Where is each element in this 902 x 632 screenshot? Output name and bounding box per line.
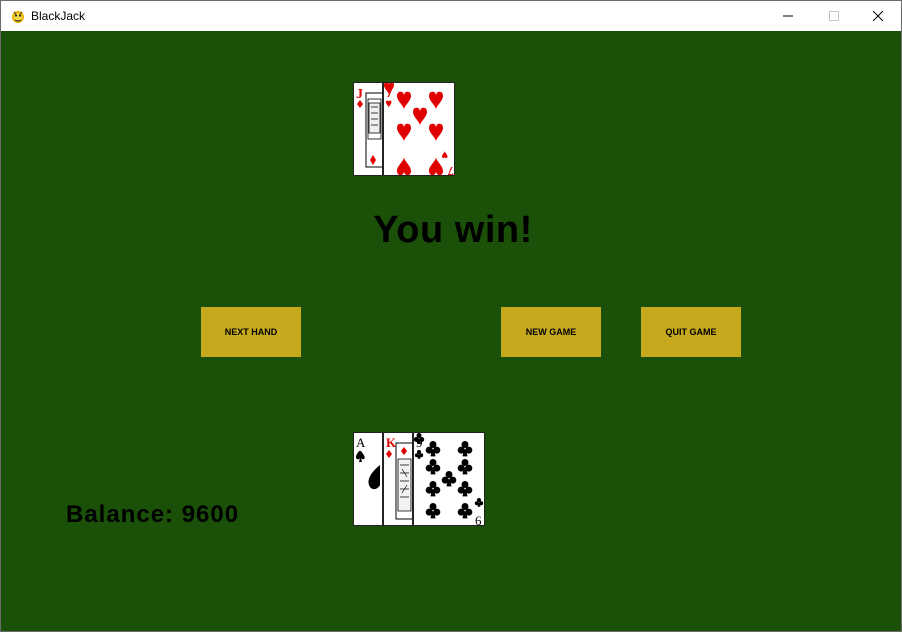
maximize-icon <box>829 11 839 21</box>
player-card-ace-of-spades: A <box>353 432 383 526</box>
card-rank-label-bottom: 6 <box>475 513 482 526</box>
close-icon <box>873 11 883 21</box>
dealer-card-jack-of-diamonds: J <box>353 82 383 176</box>
minimize-button[interactable] <box>765 1 811 31</box>
card-rank-label-rotated: 7 <box>447 164 454 176</box>
title-bar[interactable]: BlackJack <box>1 1 901 31</box>
next-hand-button[interactable]: NEXT HAND <box>201 307 301 357</box>
round-result-text: You win! <box>373 209 533 251</box>
new-game-button[interactable]: NEW GAME <box>501 307 601 357</box>
game-table: J 7 You win! NEXT HAND NEW GAME QUIT GAM… <box>1 31 901 631</box>
jack-diamonds-card-face: J <box>356 87 382 168</box>
seven-hearts-card-face: 7 7 <box>384 83 454 176</box>
card-rank-label: K <box>386 435 397 450</box>
blackjack-window: BlackJack J 7 You win! NEXT HAND NEW GAM… <box>0 0 902 632</box>
player-card-nine-of-clubs: 9 <box>413 432 485 526</box>
pygame-snake-icon <box>12 11 24 23</box>
dealer-card-seven-of-hearts: 7 7 <box>383 82 455 176</box>
card-rank-label: A <box>356 435 366 450</box>
close-button[interactable] <box>855 1 901 31</box>
nine-clubs-card-face: 9 <box>414 433 484 526</box>
window-title: BlackJack <box>31 9 86 23</box>
player-card-king-of-diamonds: K <box>383 432 413 526</box>
maximize-button[interactable] <box>811 1 857 31</box>
ace-spades-card-face: A <box>355 435 380 490</box>
king-diamonds-card-face: K <box>386 435 412 520</box>
card-rank-label: J <box>356 87 363 102</box>
quit-game-button[interactable]: QUIT GAME <box>641 307 741 357</box>
minimize-icon <box>783 15 793 17</box>
balance-label: Balance: 9600 <box>66 501 240 528</box>
